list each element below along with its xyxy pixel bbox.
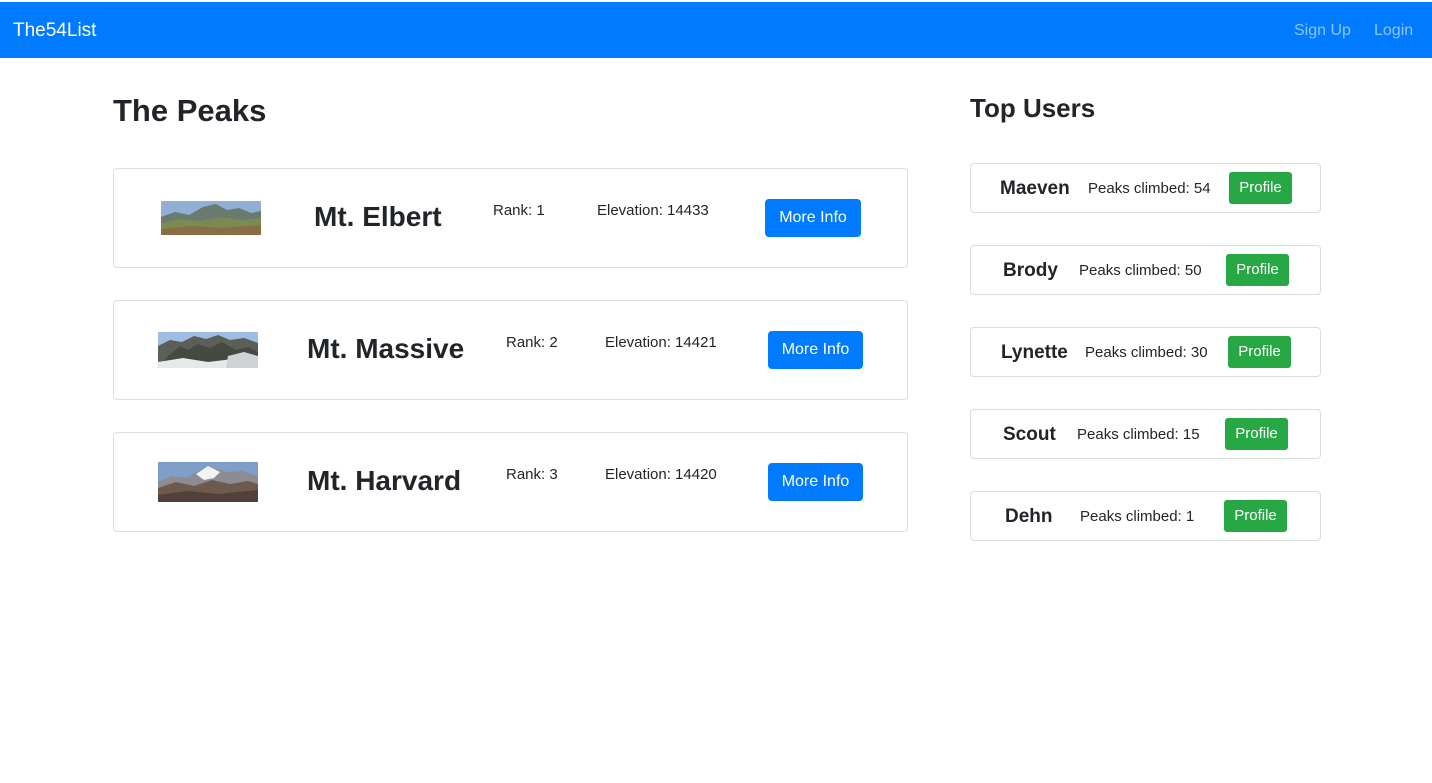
user-name: Dehn: [1005, 506, 1053, 527]
peak-image: [158, 462, 258, 502]
user-peaks-climbed: Peaks climbed: 54: [1088, 180, 1211, 197]
peak-name: Mt. Harvard: [307, 465, 462, 496]
peak-elevation: Elevation: 14433: [597, 202, 709, 219]
peak-name: Mt. Massive: [307, 333, 465, 364]
peak-elevation: Elevation: 14421: [605, 334, 717, 351]
peak-rank: Rank: 1: [493, 202, 545, 219]
more-info-button[interactable]: More Info: [765, 199, 861, 237]
peaks-heading: The Peaks: [113, 93, 267, 128]
user-name: Lynette: [1001, 342, 1068, 363]
profile-button[interactable]: Profile: [1225, 418, 1288, 450]
top-users-heading: Top Users: [970, 93, 1096, 123]
navbar: The54List Sign Up Login: [0, 2, 1432, 58]
peak-rank: Rank: 3: [506, 466, 558, 483]
user-name: Brody: [1003, 260, 1058, 281]
peak-card: Mt. Elbert Rank: 1 Elevation: 14433 More…: [113, 168, 908, 268]
peak-rank: Rank: 2: [506, 334, 558, 351]
user-peaks-climbed: Peaks climbed: 15: [1077, 426, 1200, 443]
peak-elevation: Elevation: 14420: [605, 466, 717, 483]
more-info-button[interactable]: More Info: [768, 331, 863, 369]
login-link[interactable]: Login: [1374, 21, 1413, 41]
profile-button[interactable]: Profile: [1226, 254, 1289, 286]
profile-button[interactable]: Profile: [1224, 500, 1287, 532]
peak-name: Mt. Elbert: [314, 201, 442, 232]
user-card: Dehn Peaks climbed: 1 Profile: [970, 491, 1321, 541]
user-card: Brody Peaks climbed: 50 Profile: [970, 245, 1321, 295]
user-card: Lynette Peaks climbed: 30 Profile: [970, 327, 1321, 377]
user-peaks-climbed: Peaks climbed: 50: [1079, 262, 1202, 279]
peak-card: Mt. Harvard Rank: 3 Elevation: 14420 Mor…: [113, 432, 908, 532]
sign-up-link[interactable]: Sign Up: [1294, 21, 1351, 41]
user-card: Maeven Peaks climbed: 54 Profile: [970, 163, 1321, 213]
profile-button[interactable]: Profile: [1229, 172, 1292, 204]
peak-image: [161, 201, 261, 235]
profile-button[interactable]: Profile: [1228, 336, 1291, 368]
peak-card: Mt. Massive Rank: 2 Elevation: 14421 Mor…: [113, 300, 908, 400]
user-peaks-climbed: Peaks climbed: 1: [1080, 508, 1195, 525]
user-name: Scout: [1003, 424, 1056, 445]
user-card: Scout Peaks climbed: 15 Profile: [970, 409, 1321, 459]
user-peaks-climbed: Peaks climbed: 30: [1085, 344, 1208, 361]
user-name: Maeven: [1000, 178, 1070, 199]
brand-link[interactable]: The54List: [13, 19, 96, 43]
more-info-button[interactable]: More Info: [768, 463, 863, 501]
peak-image: [158, 332, 258, 368]
